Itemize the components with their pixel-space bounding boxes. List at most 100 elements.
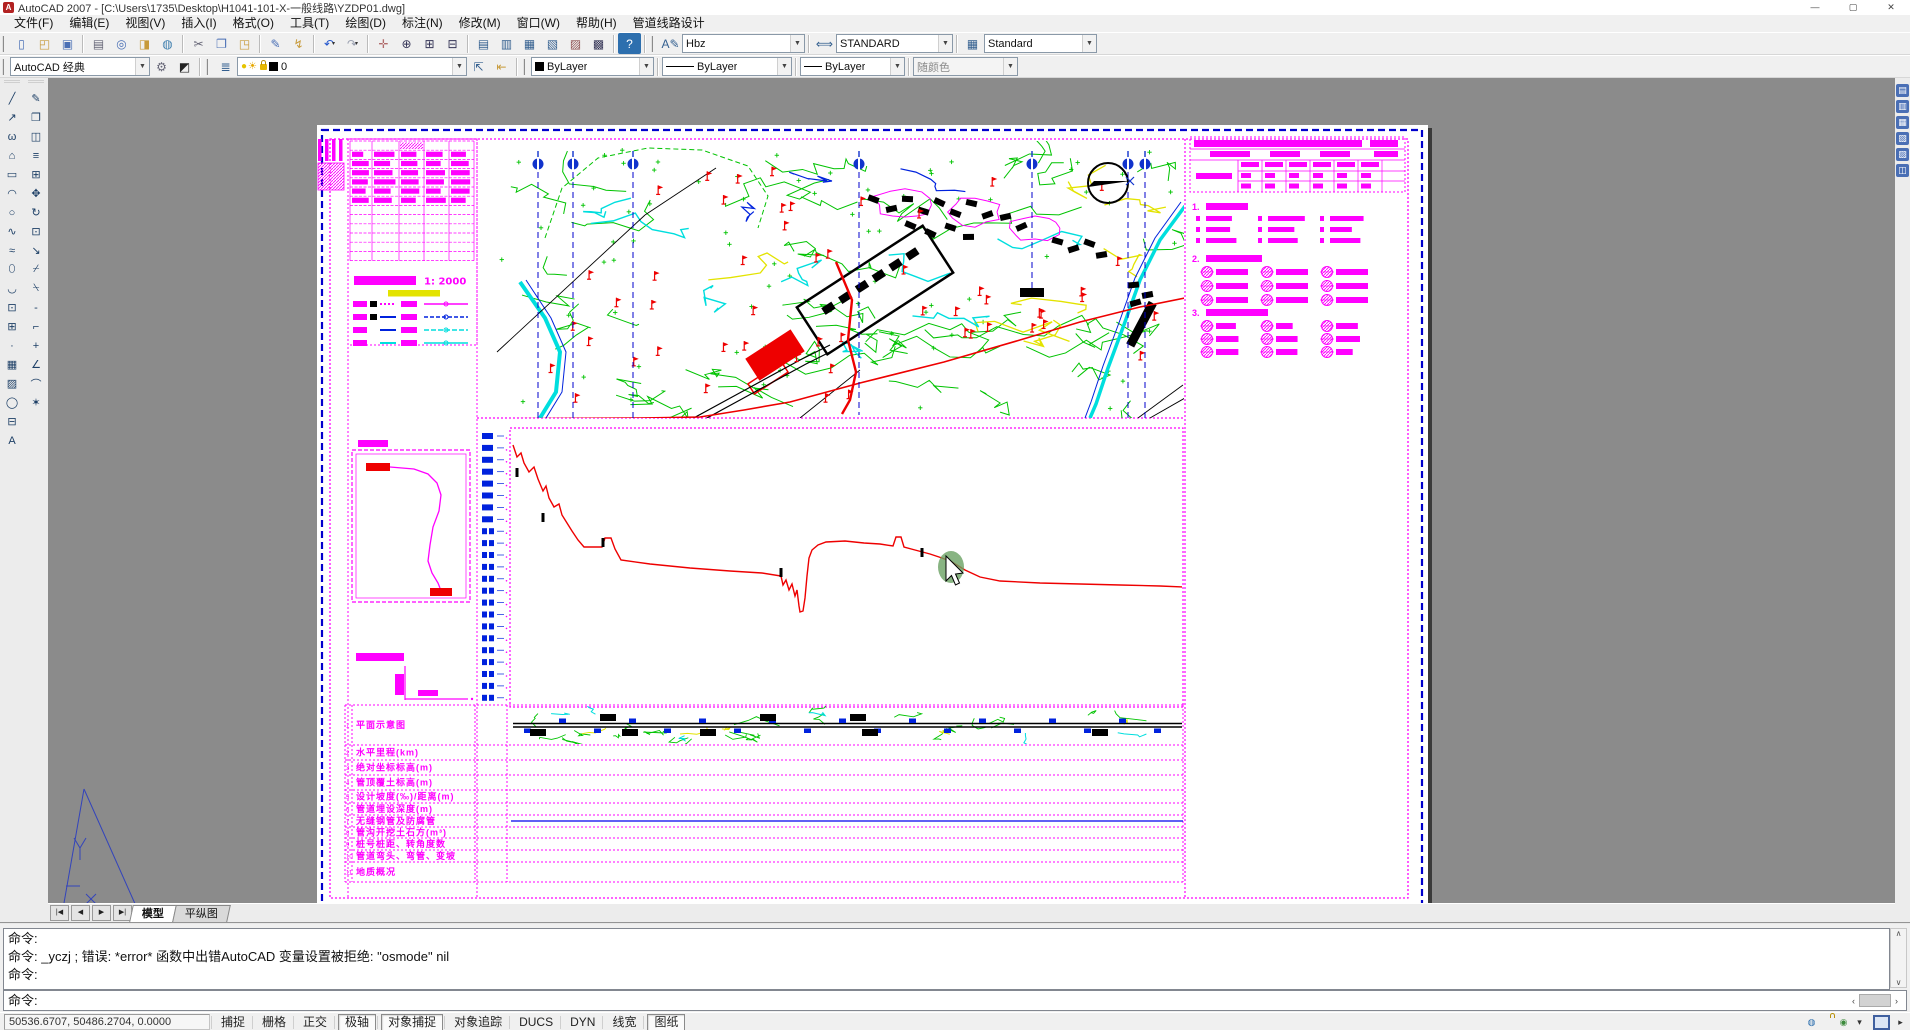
markup-button[interactable]: ▨: [564, 33, 587, 54]
toggle-对象捕捉[interactable]: 对象捕捉: [381, 1014, 443, 1030]
toggle-对象追踪[interactable]: 对象追踪: [448, 1015, 508, 1030]
linetype-combo[interactable]: ByLayer ▼: [662, 57, 792, 76]
draw-toolbar-grip[interactable]: [4, 80, 20, 88]
properties-button[interactable]: ▤: [472, 33, 495, 54]
pan-button[interactable]: ✛: [372, 33, 395, 54]
make-layer-current-icon[interactable]: ⇱: [467, 56, 490, 77]
workspace-save-icon[interactable]: ◩: [173, 56, 196, 77]
docked-toolbar-icon-2[interactable]: ▥: [1896, 100, 1909, 113]
layer-freeze-sun-icon[interactable]: ☀: [248, 61, 257, 72]
minimize-button[interactable]: —: [1796, 0, 1834, 15]
gradient-button[interactable]: ▨: [2, 374, 23, 393]
make-block-button[interactable]: ⊞: [2, 317, 23, 336]
chevron-down-icon[interactable]: ▾: [355, 40, 358, 47]
chevron-down-icon[interactable]: ▼: [1082, 35, 1096, 52]
scroll-left-icon[interactable]: ‹: [1848, 992, 1859, 1010]
status-tray-settings-icon[interactable]: ◉: [1837, 1016, 1850, 1029]
chevron-down-icon[interactable]: ▼: [790, 35, 804, 52]
block-editor-button[interactable]: ↯: [287, 33, 310, 54]
docked-toolbar-icon-5[interactable]: ▨: [1896, 148, 1909, 161]
arc-button[interactable]: ◠: [2, 184, 23, 203]
rotate-button[interactable]: ↻: [26, 203, 47, 222]
command-hscrollbar[interactable]: ‹ ›: [1848, 991, 1902, 1010]
table-button[interactable]: ⊟: [2, 412, 23, 431]
text-style-combo[interactable]: Hbz ▼: [682, 34, 805, 53]
maximize-button[interactable]: ▢: [1834, 0, 1872, 15]
menu-item-10[interactable]: 窗口(W): [509, 15, 568, 32]
toolbar-grip[interactable]: [2, 59, 8, 75]
toggle-极轴[interactable]: 极轴: [338, 1014, 376, 1030]
menu-item-5[interactable]: 格式(O): [225, 15, 282, 32]
cad-drawing[interactable]: 1: 20001.2.3.1平面示意图2水平里程(km)3绝对坐标标高(m)4管…: [48, 78, 1895, 922]
hatch-button[interactable]: ▦: [2, 355, 23, 374]
multiline-text-button[interactable]: A: [2, 431, 23, 450]
paste-button[interactable]: ◳: [233, 33, 256, 54]
toggle-DUCS[interactable]: DUCS: [513, 1015, 559, 1030]
tab-nav-prev-button[interactable]: ◀: [71, 905, 90, 921]
point-button[interactable]: ·: [2, 336, 23, 355]
toolbar-grip[interactable]: [206, 59, 212, 75]
construction-line-button[interactable]: ↗: [2, 108, 23, 127]
tab-nav-first-button[interactable]: |◀: [50, 905, 69, 921]
scale-button[interactable]: ⊡: [26, 222, 47, 241]
revision-cloud-button[interactable]: ∿: [2, 222, 23, 241]
erase-button[interactable]: ✎: [26, 89, 47, 108]
array-button[interactable]: ⊞: [26, 165, 47, 184]
drawing-canvas[interactable]: 1: 20001.2.3.1平面示意图2水平里程(km)3绝对坐标标高(m)4管…: [48, 78, 1895, 922]
docked-toolbar-icon-1[interactable]: ▤: [1896, 84, 1909, 97]
scroll-thumb[interactable]: [1859, 994, 1891, 1007]
open-button[interactable]: ◰: [33, 33, 56, 54]
layer-lock-icon[interactable]: [260, 64, 267, 70]
undo-button[interactable]: ↶▾: [318, 33, 341, 54]
tray-arrow-icon[interactable]: ▸: [1894, 1016, 1907, 1029]
etransmit-button[interactable]: ◍: [156, 33, 179, 54]
dim-style-manager-icon[interactable]: ⟺: [813, 33, 836, 54]
zoom-realtime-button[interactable]: ⊕: [395, 33, 418, 54]
toolbar-grip[interactable]: [651, 36, 657, 52]
layer-previous-icon[interactable]: ⇤: [490, 56, 513, 77]
menu-item-9[interactable]: 修改(M): [451, 15, 509, 32]
polygon-button[interactable]: ⌂: [2, 146, 23, 165]
explode-button[interactable]: ✶: [26, 393, 47, 412]
menu-item-8[interactable]: 标注(N): [394, 15, 451, 32]
menu-item-4[interactable]: 插入(I): [173, 15, 224, 32]
scroll-down-icon[interactable]: ∨: [1896, 978, 1902, 987]
join-button[interactable]: +: [26, 336, 47, 355]
publish-button[interactable]: ◨: [133, 33, 156, 54]
break-at-point-button[interactable]: -: [26, 298, 47, 317]
table-style-combo[interactable]: Standard ▼: [984, 34, 1097, 53]
command-input[interactable]: 命令: ‹ ›: [3, 990, 1907, 1011]
chevron-down-icon[interactable]: ▼: [938, 35, 952, 52]
status-menu-arrow-icon[interactable]: ▾: [1853, 1016, 1866, 1029]
save-button[interactable]: ▣: [56, 33, 79, 54]
ellipse-button[interactable]: ⬯: [2, 260, 23, 279]
ellipse-arc-button[interactable]: ◡: [2, 279, 23, 298]
chevron-down-icon[interactable]: ▼: [890, 58, 904, 75]
plot-preview-button[interactable]: ◎: [110, 33, 133, 54]
chevron-down-icon[interactable]: ▾: [332, 40, 335, 47]
color-combo[interactable]: ByLayer ▼: [531, 57, 654, 76]
clean-screen-icon[interactable]: [1873, 1015, 1890, 1030]
designcenter-button[interactable]: ▥: [495, 33, 518, 54]
menu-item-6[interactable]: 工具(T): [282, 15, 337, 32]
move-button[interactable]: ✥: [26, 184, 47, 203]
zoom-previous-button[interactable]: ⊟: [441, 33, 464, 54]
offset-button[interactable]: ≡: [26, 146, 47, 165]
spline-button[interactable]: ≈: [2, 241, 23, 260]
chevron-down-icon[interactable]: ▼: [452, 58, 466, 75]
dim-style-combo[interactable]: STANDARD ▼: [836, 34, 953, 53]
menu-item-2[interactable]: 编辑(E): [61, 15, 117, 32]
menu-item-11[interactable]: 帮助(H): [568, 15, 625, 32]
layer-combo[interactable]: ● ☀ 0 ▼: [237, 57, 467, 76]
toolbar-grip[interactable]: [523, 59, 529, 75]
new-button[interactable]: ▯: [10, 33, 33, 54]
command-history[interactable]: 命令:命令: _yczj ; 错误: *error* 函数中出错AutoCAD …: [3, 928, 1890, 990]
region-button[interactable]: ◯: [2, 393, 23, 412]
chevron-down-icon[interactable]: ▼: [777, 58, 791, 75]
docked-toolbar-icon-3[interactable]: ▦: [1896, 116, 1909, 129]
toggle-栅格[interactable]: 栅格: [256, 1015, 292, 1030]
copy-button[interactable]: ❐: [26, 108, 47, 127]
scroll-right-icon[interactable]: ›: [1891, 992, 1902, 1010]
break-button[interactable]: ⌐: [26, 317, 47, 336]
docked-toolbar-icon-4[interactable]: ▧: [1896, 132, 1909, 145]
